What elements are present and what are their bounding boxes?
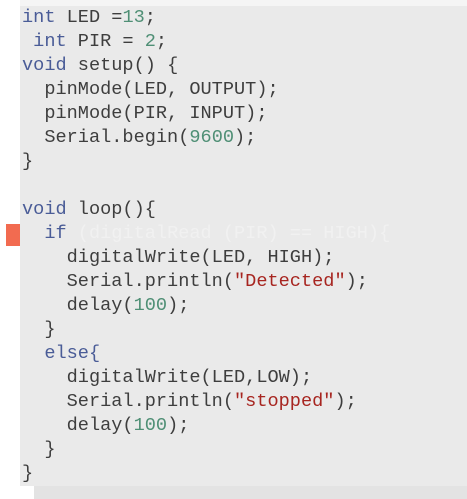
code-token: } — [22, 439, 56, 460]
code-token: } — [22, 463, 34, 484]
code-editor[interactable]: int LED =13; int PIR = 2; void setup() { … — [0, 0, 467, 499]
code-token: void — [22, 199, 67, 220]
code-token: else{ — [22, 343, 101, 364]
code-token: setup() { — [66, 55, 179, 76]
code-token: 9600 — [189, 127, 235, 148]
code-line[interactable]: } — [22, 438, 55, 462]
code-line[interactable]: } — [22, 462, 33, 486]
code-token: ; — [155, 31, 168, 52]
code-line[interactable]: delay(100); — [22, 294, 190, 318]
horizontal-scrollbar[interactable] — [34, 486, 467, 499]
code-line[interactable]: digitalWrite(LED, HIGH); — [22, 246, 335, 270]
code-token: 100 — [133, 295, 168, 316]
code-token: loop(){ — [66, 199, 156, 220]
code-line[interactable]: else{ — [22, 342, 100, 366]
error-marker-icon — [6, 224, 20, 246]
code-token: PIR = — [66, 31, 145, 52]
code-line[interactable]: } — [22, 150, 33, 174]
code-token: ; — [144, 7, 156, 28]
code-token: pinMode(PIR, INPUT); — [22, 103, 268, 124]
code-token: digitalWrite(LED,LOW); — [22, 367, 313, 388]
code-line[interactable]: delay(100); — [22, 414, 190, 438]
code-line[interactable]: if (digitalRead (PIR) == HIGH){ — [22, 222, 390, 246]
code-token: "stopped" — [234, 391, 335, 412]
code-line[interactable]: int LED =13; — [22, 6, 156, 30]
code-token: Serial.println( — [22, 391, 235, 412]
code-token: Serial.begin( — [22, 127, 190, 148]
code-line[interactable]: int PIR = 2; — [22, 30, 167, 54]
code-token: "Detected" — [234, 271, 346, 292]
line-gutter — [0, 0, 20, 499]
code-token: pinMode(LED, OUTPUT); — [22, 79, 279, 100]
code-token: LED = — [55, 7, 123, 28]
code-token: 13 — [122, 7, 145, 28]
code-token: ); — [167, 295, 190, 316]
code-line[interactable]: Serial.println("Detected"); — [22, 270, 368, 294]
code-token: } — [22, 319, 56, 340]
code-token: } — [22, 151, 34, 172]
code-token: 100 — [133, 415, 168, 436]
code-line[interactable]: void setup() { — [22, 54, 178, 78]
code-line[interactable]: digitalWrite(LED,LOW); — [22, 366, 313, 390]
code-token: digitalWrite(LED, HIGH); — [22, 247, 335, 268]
code-line[interactable]: } — [22, 318, 55, 342]
code-token: ); — [234, 127, 257, 148]
code-token: int — [22, 31, 67, 52]
code-token: Serial.println( — [22, 271, 235, 292]
code-line[interactable]: pinMode(LED, OUTPUT); — [22, 78, 279, 102]
code-token: delay( — [22, 295, 134, 316]
code-token: ); — [334, 391, 357, 412]
code-token: if — [22, 223, 67, 244]
code-line[interactable]: Serial.begin(9600); — [22, 126, 256, 150]
code-line[interactable]: pinMode(PIR, INPUT); — [22, 102, 267, 126]
code-token: (digitalRead (PIR) == HIGH){ — [66, 223, 391, 244]
code-token: 2 — [144, 31, 156, 52]
code-line[interactable]: void loop(){ — [22, 198, 156, 222]
code-token: ); — [167, 415, 190, 436]
code-token: void — [22, 55, 67, 76]
code-line[interactable]: Serial.println("stopped"); — [22, 390, 357, 414]
code-token: delay( — [22, 415, 134, 436]
code-token: int — [22, 7, 56, 28]
code-token: ); — [345, 271, 368, 292]
